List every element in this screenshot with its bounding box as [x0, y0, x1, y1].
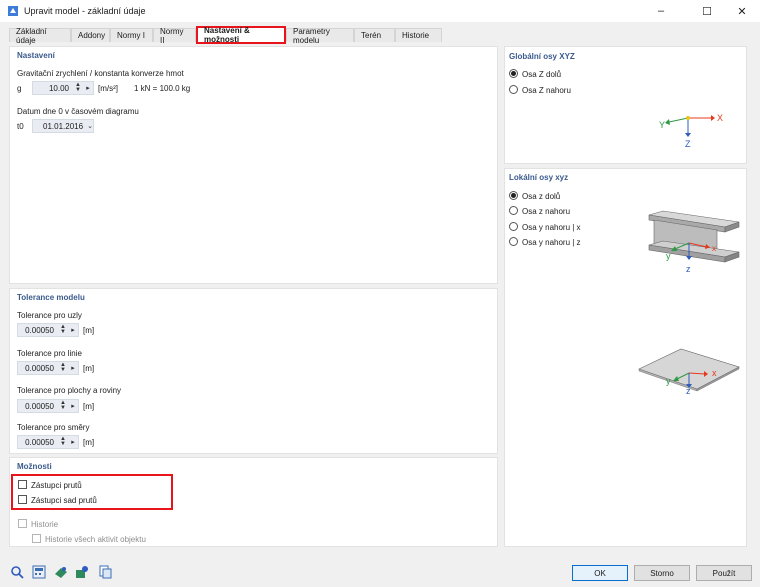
history-all-label: Historie všech aktivit objektu [45, 535, 146, 544]
copy-icon[interactable] [97, 564, 113, 580]
tolerance-nodes-unit: [m] [83, 326, 95, 335]
tolerance-lines-unit: [m] [83, 364, 95, 373]
gravity-unit: [m/s²] [98, 84, 118, 93]
tab-model-parameters[interactable]: Parametry modelu [286, 27, 354, 45]
tolerance-surfaces-label: Tolerance pro plochy a roviny [17, 386, 122, 395]
global-axes-title: Globální osy XYZ [509, 52, 575, 61]
title-bar: Upravit model - základní údaje – ☐ ✕ [0, 0, 760, 22]
local-z-up-label: Osa z nahoru [522, 207, 571, 216]
settings-icon[interactable] [74, 564, 90, 580]
member-reps-checkbox[interactable] [18, 480, 27, 489]
history-label: Historie [31, 520, 59, 529]
date-picker[interactable]: 01.01.2016 ⌄ [32, 119, 94, 133]
tolerance-nodes-value: 0.00050 [25, 325, 54, 335]
chevron-right-icon[interactable]: ▸ [68, 403, 78, 410]
local-z-down-label: Osa z dolů [522, 192, 561, 201]
tab-standards-2[interactable]: Normy II [153, 27, 196, 45]
tolerance-directions-unit: [m] [83, 438, 95, 447]
member-axis-y-label: y [666, 251, 671, 261]
chevron-right-icon[interactable]: ▸ [68, 365, 78, 372]
app-icon [8, 6, 18, 16]
tab-basic-data[interactable]: Základní údaje [9, 27, 71, 45]
global-z-up-label: Osa Z nahoru [522, 86, 571, 95]
calculator-icon[interactable] [31, 564, 47, 580]
axis-x-label: X [717, 113, 724, 123]
chevron-right-icon[interactable]: ▸ [83, 85, 93, 92]
ok-button[interactable]: OK [572, 565, 628, 581]
options-panel: Možnosti Zástupci prutů Zástupci sad pru… [9, 457, 498, 547]
surface-axis-x-label: x [712, 368, 717, 378]
tab-addons[interactable]: Addony [71, 28, 110, 42]
gravity-label: Gravitační zrychlení / konstanta konverz… [17, 69, 184, 78]
axis-y-label: Y [659, 120, 666, 130]
cancel-button[interactable]: Storno [634, 565, 690, 581]
tolerance-panel: Tolerance modelu Tolerance pro uzly 0.00… [9, 288, 498, 454]
stepper-arrows-icon[interactable]: ▲ ▼ [58, 362, 68, 373]
settings-title: Nastavení [17, 51, 55, 60]
stepper-arrows-icon[interactable]: ▲ ▼ [58, 436, 68, 447]
maximize-button[interactable]: ☐ [689, 0, 725, 22]
member-set-reps-checkbox[interactable] [18, 495, 27, 504]
chevron-right-icon[interactable]: ▸ [68, 327, 78, 334]
g-symbol: g [17, 84, 22, 93]
gravity-stepper[interactable]: 10.00 ▲ ▼ ▸ [32, 81, 94, 95]
global-axes-panel: Globální osy XYZ Osa Z dolů Osa Z nahoru… [504, 46, 747, 164]
tab-history[interactable]: Historie [395, 28, 442, 42]
tolerance-surfaces-unit: [m] [83, 402, 95, 411]
date-value: 01.01.2016 [43, 121, 84, 131]
global-z-down-label: Osa Z dolů [522, 70, 562, 79]
options-title: Možnosti [17, 462, 52, 471]
local-y-up-x-label: Osa y nahoru | x [522, 223, 581, 232]
history-all-checkbox[interactable] [32, 534, 41, 543]
tab-settings-options[interactable]: Nastavení & možnosti [196, 26, 286, 44]
tolerance-directions-stepper[interactable]: 0.00050 ▲ ▼ ▸ [17, 435, 79, 449]
local-z-down-radio[interactable] [509, 191, 518, 200]
surface-axis-y-label: y [666, 376, 671, 386]
tolerance-surfaces-stepper[interactable]: 0.00050 ▲ ▼ ▸ [17, 399, 79, 413]
minimize-button[interactable]: – [643, 0, 679, 22]
surface-axis-z-label: z [686, 386, 691, 396]
date-label: Datum dne 0 v časovém diagramu [17, 107, 139, 116]
tolerance-lines-label: Tolerance pro linie [17, 349, 82, 358]
window-title: Upravit model - základní údaje [24, 6, 146, 16]
tolerance-directions-value: 0.00050 [25, 437, 54, 447]
stepper-arrows-icon[interactable]: ▲ ▼ [58, 324, 68, 335]
tolerance-directions-label: Tolerance pro směry [17, 423, 90, 432]
tolerance-surfaces-value: 0.00050 [25, 401, 54, 411]
stepper-arrows-icon[interactable]: ▲ ▼ [58, 400, 68, 411]
mass-conversion: 1 kN = 100.0 kg [134, 84, 191, 93]
tab-terrain[interactable]: Terén [354, 28, 395, 42]
search-icon[interactable] [9, 564, 25, 580]
close-button[interactable]: ✕ [724, 0, 760, 22]
history-checkbox[interactable] [18, 519, 27, 528]
t0-symbol: t0 [17, 122, 24, 131]
global-z-down-radio[interactable] [509, 69, 518, 78]
member-axis-x-label: x [712, 244, 716, 253]
local-y-up-z-radio[interactable] [509, 237, 518, 246]
tolerance-nodes-label: Tolerance pro uzly [17, 311, 82, 320]
local-y-up-x-radio[interactable] [509, 222, 518, 231]
local-y-up-z-label: Osa y nahoru | z [522, 238, 581, 247]
tolerance-title: Tolerance modelu [17, 293, 85, 302]
global-z-up-radio[interactable] [509, 85, 518, 94]
member-reps-label: Zástupci prutů [31, 481, 82, 490]
chevron-down-icon[interactable]: ⌄ [87, 123, 93, 130]
local-z-up-radio[interactable] [509, 206, 518, 215]
local-axes-title: Lokální osy xyz [509, 173, 569, 182]
stepper-arrows-icon[interactable]: ▲ ▼ [73, 82, 83, 93]
apply-button[interactable]: Použít [696, 565, 752, 581]
tolerance-nodes-stepper[interactable]: 0.00050 ▲ ▼ ▸ [17, 323, 79, 337]
member-set-reps-label: Zástupci sad prutů [31, 496, 97, 505]
local-axes-panel: Lokální osy xyz Osa z dolů Osa z nahoru … [504, 168, 747, 547]
tolerance-lines-value: 0.00050 [25, 363, 54, 373]
settings-panel: Nastavení Gravitační zrychlení / konstan… [9, 46, 498, 284]
tolerance-lines-stepper[interactable]: 0.00050 ▲ ▼ ▸ [17, 361, 79, 375]
gravity-value: 10.00 [48, 83, 69, 93]
tab-standards-1[interactable]: Normy I [110, 28, 153, 42]
member-axis-z-label: z [686, 264, 691, 274]
chevron-right-icon[interactable]: ▸ [68, 439, 78, 446]
axis-z-label: Z [685, 139, 691, 149]
model-icon[interactable] [53, 564, 69, 580]
